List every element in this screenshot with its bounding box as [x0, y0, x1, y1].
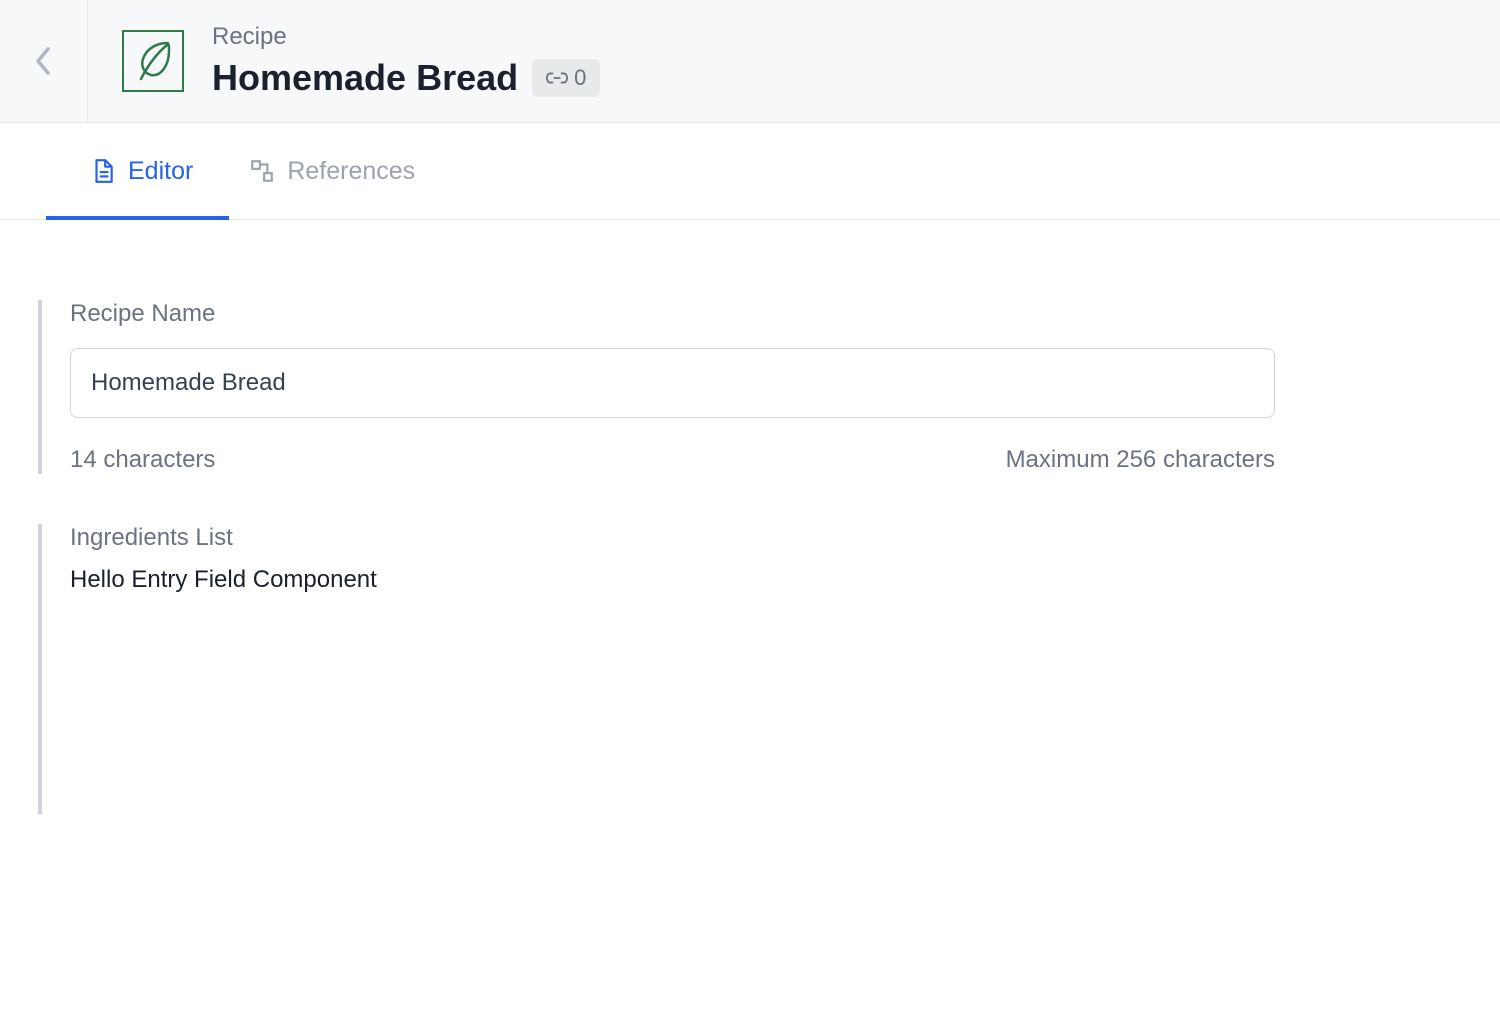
content-type-leaf-icon: [122, 30, 184, 92]
tab-references-label: References: [287, 157, 415, 186]
chevron-left-icon: [34, 45, 54, 77]
references-icon: [249, 158, 275, 184]
ingredients-content: Hello Entry Field Component: [70, 566, 1462, 594]
title-row: Homemade Bread 0: [212, 57, 600, 99]
references-badge[interactable]: 0: [532, 59, 600, 97]
tab-editor-label: Editor: [128, 157, 193, 186]
page-header: Recipe Homemade Bread 0: [0, 0, 1500, 123]
link-icon: [546, 71, 568, 85]
field-ingredients-list: Ingredients List Hello Entry Field Compo…: [38, 524, 1462, 814]
header-content: Recipe Homemade Bread 0: [88, 23, 600, 99]
header-text: Recipe Homemade Bread 0: [212, 23, 600, 99]
ingredients-label: Ingredients List: [70, 524, 1462, 552]
entry-title: Homemade Bread: [212, 57, 518, 99]
link-count: 0: [574, 65, 586, 91]
field-recipe-name: Recipe Name 14 characters Maximum 256 ch…: [38, 300, 1462, 474]
document-icon: [90, 158, 116, 184]
editor-main: Recipe Name 14 characters Maximum 256 ch…: [0, 220, 1500, 854]
recipe-name-meta: 14 characters Maximum 256 characters: [70, 446, 1275, 474]
max-chars: Maximum 256 characters: [1006, 446, 1275, 474]
tab-editor[interactable]: Editor: [82, 123, 201, 219]
content-type-label: Recipe: [212, 23, 600, 51]
tab-references[interactable]: References: [241, 123, 423, 219]
recipe-name-label: Recipe Name: [70, 300, 1462, 328]
tabs-bar: Editor References: [0, 123, 1500, 220]
char-count: 14 characters: [70, 446, 215, 474]
back-button[interactable]: [0, 0, 88, 122]
recipe-name-input[interactable]: [70, 348, 1275, 418]
